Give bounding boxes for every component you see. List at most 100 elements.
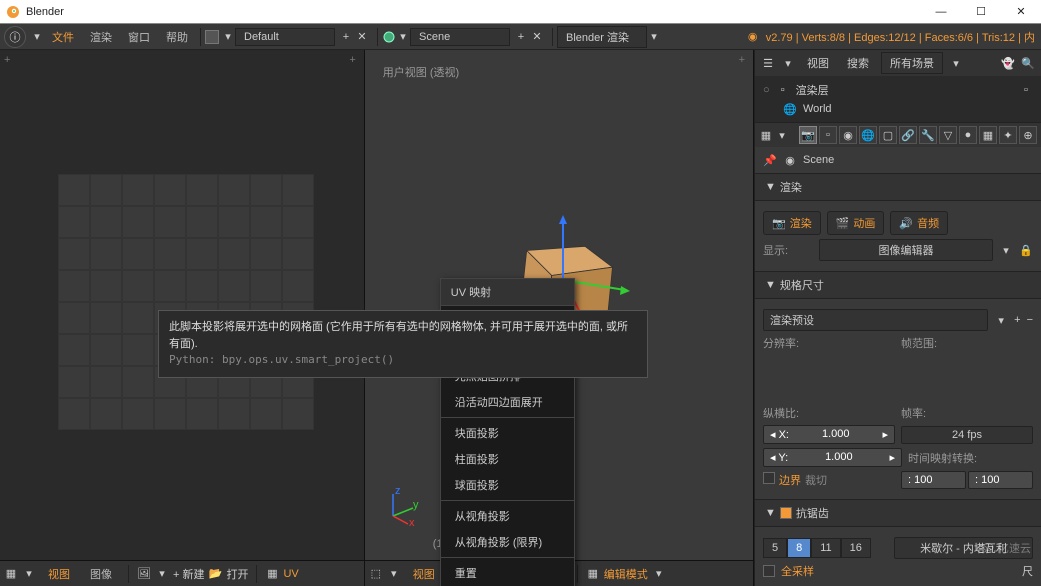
outliner-tree[interactable]: ○ ▫ 渲染层 ▫ 🌐 World — [755, 76, 1041, 122]
panel-antialias[interactable]: ▼ 抗锯齿 — [755, 499, 1041, 527]
open-icon[interactable]: 📂 — [208, 567, 222, 581]
lock-icon[interactable]: 🔒 — [1019, 243, 1033, 257]
tab-render[interactable]: 📷 — [799, 126, 817, 144]
tab-physics[interactable]: ⊕ — [1019, 126, 1037, 144]
dropdown-icon[interactable]: ▾ — [652, 567, 666, 581]
layout-icon[interactable] — [205, 30, 219, 44]
tab-modifiers[interactable]: 🔧 — [919, 126, 937, 144]
tab-data[interactable]: ▽ — [939, 126, 957, 144]
dropdown-icon[interactable]: ▾ — [221, 30, 235, 44]
dropdown-icon[interactable]: ▾ — [999, 243, 1013, 257]
maximize-button[interactable]: ☐ — [961, 0, 1001, 23]
pin-icon[interactable]: 📌 — [763, 153, 777, 167]
dropdown-icon[interactable]: ▾ — [781, 56, 795, 70]
vp-menu-view[interactable]: 视图 — [405, 566, 443, 582]
remap-new-input[interactable]: : 100 — [968, 471, 1033, 489]
dropdown-icon[interactable]: ▾ — [949, 56, 963, 70]
mode-selector[interactable]: 编辑模式 — [604, 566, 648, 582]
aa-8[interactable]: 8 — [787, 538, 811, 558]
render-engine-selector[interactable]: Blender 渲染 — [557, 26, 647, 48]
outliner-icon[interactable]: ☰ — [761, 56, 775, 70]
dropdown-icon[interactable]: ▾ — [387, 567, 401, 581]
info-editor-icon[interactable]: ⓘ — [4, 26, 26, 48]
outliner-search[interactable]: 搜索 — [841, 53, 875, 73]
outliner-filter[interactable]: 所有场景 — [881, 52, 943, 74]
uv-menu-view[interactable]: 视图 — [40, 566, 78, 582]
aa-5[interactable]: 5 — [763, 538, 787, 558]
framerate-selector[interactable]: 24 fps — [901, 426, 1033, 444]
scene-selector[interactable]: Scene — [410, 28, 510, 46]
remove-preset-button[interactable]: − — [1027, 314, 1033, 326]
remove-scene-button[interactable]: ✕ — [530, 30, 544, 44]
dropdown-icon[interactable]: ▾ — [155, 567, 169, 581]
ctx-item-6[interactable]: 球面投影 — [441, 472, 574, 498]
dropdown-icon[interactable]: ▾ — [775, 128, 789, 142]
ctx-item-3[interactable]: 沿活动四边面展开 — [441, 389, 574, 415]
close-button[interactable]: ✕ — [1001, 0, 1041, 23]
tab-render-layers[interactable]: ▫ — [819, 126, 837, 144]
uv-icon[interactable]: ▦ — [265, 567, 279, 581]
uv-label[interactable]: UV — [283, 568, 298, 580]
expand-toolbar-icon[interactable]: + — [4, 54, 10, 66]
aspect-y-input[interactable]: ◂ Y:1.000▸ — [763, 448, 902, 467]
image-icon[interactable]: 🖼 — [137, 567, 151, 581]
display-selector[interactable]: 图像编辑器 — [819, 239, 993, 261]
dropdown-icon[interactable]: ▾ — [994, 313, 1008, 327]
mode-icon[interactable]: ▦ — [586, 567, 600, 581]
menu-help[interactable]: 帮助 — [158, 29, 196, 45]
ctx-item-5[interactable]: 柱面投影 — [441, 446, 574, 472]
open-image-button[interactable]: 打开 — [226, 566, 248, 582]
props-editor-icon[interactable]: ▦ — [759, 128, 773, 142]
ctx-item-4[interactable]: 块面投影 — [441, 420, 574, 446]
layout-selector[interactable]: Default — [235, 28, 335, 46]
expand-properties-icon[interactable]: + — [739, 54, 745, 66]
dropdown-icon[interactable]: ▾ — [30, 30, 44, 44]
border-checkbox[interactable] — [763, 472, 775, 484]
animation-button[interactable]: 🎬动画 — [827, 211, 885, 235]
add-scene-button[interactable]: + — [514, 30, 528, 44]
expand-properties-icon[interactable]: + — [349, 54, 355, 66]
tab-texture[interactable]: ▦ — [979, 126, 997, 144]
editor-type-icon[interactable]: ⬚ — [369, 567, 383, 581]
ghost-icon[interactable]: 👻 — [1001, 56, 1015, 70]
tree-row[interactable]: ○ ▫ 渲染层 ▫ — [763, 80, 1033, 100]
remap-old-input[interactable]: : 100 — [901, 471, 966, 489]
panel-dimensions[interactable]: ▼ 规格尺寸 — [755, 271, 1041, 299]
ctx-item-8[interactable]: 从视角投影 (限界) — [441, 529, 574, 555]
aa-checkbox[interactable] — [780, 507, 792, 519]
fullsample-checkbox[interactable] — [763, 565, 775, 577]
remove-layout-button[interactable]: ✕ — [355, 30, 369, 44]
uv-grid[interactable] — [58, 174, 314, 430]
renderlayer-icon[interactable]: ▫ — [1019, 83, 1033, 97]
dropdown-icon[interactable]: ▾ — [647, 30, 661, 44]
outliner-view[interactable]: 视图 — [801, 53, 835, 73]
menu-window[interactable]: 窗口 — [120, 29, 158, 45]
tree-row[interactable]: 🌐 World — [763, 100, 1033, 118]
minimize-button[interactable]: — — [921, 0, 961, 23]
tab-object[interactable]: ▢ — [879, 126, 897, 144]
menu-render[interactable]: 渲染 — [82, 29, 120, 45]
tab-material[interactable]: ● — [959, 126, 977, 144]
tab-particles[interactable]: ✦ — [999, 126, 1017, 144]
uv-menu-image[interactable]: 图像 — [82, 566, 120, 582]
ctx-item-7[interactable]: 从视角投影 — [441, 503, 574, 529]
ctx-item-9[interactable]: 重置 — [441, 560, 574, 586]
dropdown-icon[interactable]: ▾ — [22, 567, 36, 581]
aspect-x-input[interactable]: ◂ X:1.000▸ — [763, 425, 895, 444]
audio-button[interactable]: 🔊音频 — [890, 211, 948, 235]
tab-constraints[interactable]: 🔗 — [899, 126, 917, 144]
preset-selector[interactable]: 渲染预设 — [763, 309, 988, 331]
aa-11[interactable]: 11 — [811, 538, 840, 558]
editor-type-icon[interactable]: ▦ — [4, 567, 18, 581]
new-image-button[interactable]: + 新建 — [173, 566, 204, 582]
panel-render[interactable]: ▼ 渲染 — [755, 173, 1041, 201]
tab-world[interactable]: 🌐 — [859, 126, 877, 144]
add-layout-button[interactable]: + — [339, 30, 353, 44]
render-button[interactable]: 📷渲染 — [763, 211, 821, 235]
aa-16[interactable]: 16 — [841, 538, 871, 558]
add-preset-button[interactable]: + — [1014, 314, 1020, 326]
dropdown-icon[interactable]: ▾ — [396, 30, 410, 44]
tab-scene[interactable]: ◉ — [839, 126, 857, 144]
menu-file[interactable]: 文件 — [44, 29, 82, 45]
search-icon[interactable]: 🔍 — [1021, 56, 1035, 70]
